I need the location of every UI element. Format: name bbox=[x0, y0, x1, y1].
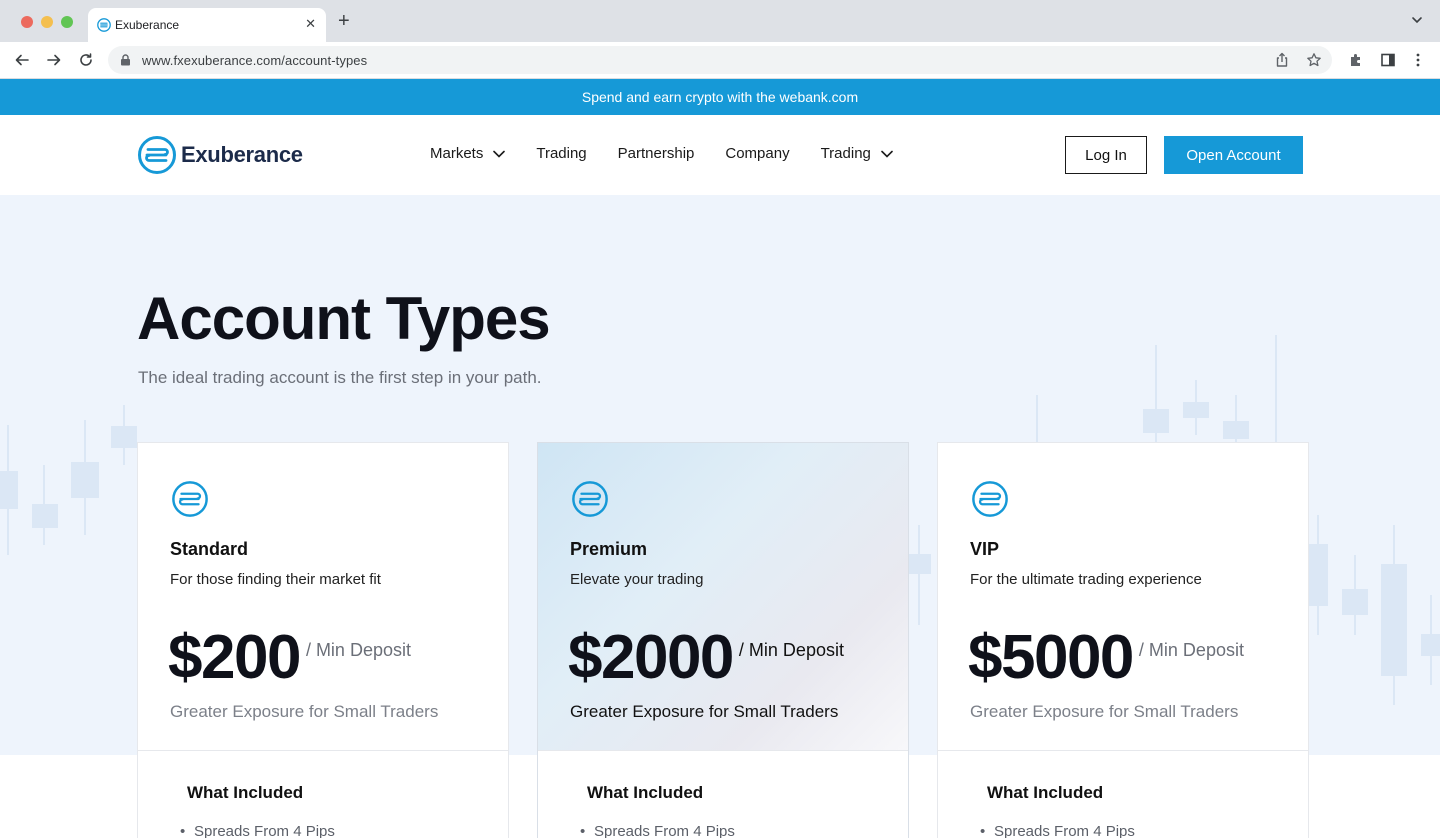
card-description: Greater Exposure for Small Traders bbox=[970, 702, 1239, 721]
nav-markets[interactable]: Markets bbox=[430, 145, 506, 162]
bookmark-star-icon[interactable] bbox=[1306, 52, 1322, 68]
card-name: Standard bbox=[170, 539, 249, 559]
card-name: VIP bbox=[970, 539, 1000, 559]
promo-banner[interactable]: Spend and earn crypto with the webank.co… bbox=[0, 79, 1440, 115]
reload-icon[interactable] bbox=[78, 52, 94, 68]
login-button[interactable]: Log In bbox=[1065, 136, 1147, 174]
price-row: $200 / Min Deposit bbox=[168, 623, 411, 693]
account-card-premium[interactable]: Premium Elevate your trading $2000 / Min… bbox=[537, 442, 909, 838]
included-item: Spreads From 4 Pips bbox=[580, 823, 735, 838]
included-title: What Included bbox=[587, 783, 704, 802]
card-description: Greater Exposure for Small Traders bbox=[570, 702, 839, 721]
card-tagline: For those finding their market fit bbox=[170, 571, 381, 588]
price-row: $5000 / Min Deposit bbox=[968, 623, 1244, 693]
open-account-button[interactable]: Open Account bbox=[1164, 136, 1303, 174]
included-title: What Included bbox=[187, 783, 304, 802]
card-name: Premium bbox=[570, 539, 648, 559]
card-description: Greater Exposure for Small Traders bbox=[170, 702, 439, 721]
account-card-standard[interactable]: Standard For those finding their market … bbox=[137, 442, 509, 838]
promo-text: Spend and earn crypto with the webank.co… bbox=[581, 89, 859, 105]
new-tab-icon[interactable]: + bbox=[338, 11, 350, 31]
nav-label: Partnership bbox=[617, 145, 695, 162]
browser-tab[interactable]: Exuberance ✕ bbox=[88, 8, 326, 42]
price-note: / Min Deposit bbox=[1138, 640, 1244, 660]
account-type-icon bbox=[972, 481, 1008, 517]
browser-menu-icon[interactable] bbox=[1410, 52, 1426, 68]
browser-toolbar: www.fxexuberance.com/account-types bbox=[0, 42, 1440, 79]
nav-label: Trading bbox=[820, 145, 871, 162]
logo-mark-icon bbox=[138, 136, 176, 174]
account-card-vip[interactable]: VIP For the ultimate trading experience … bbox=[937, 442, 1309, 838]
card-tagline: Elevate your trading bbox=[570, 571, 704, 588]
nav-company[interactable]: Company bbox=[725, 145, 789, 162]
tab-close-icon[interactable]: ✕ bbox=[305, 16, 316, 32]
chevron-down-icon bbox=[493, 150, 506, 158]
nav-partnership[interactable]: Partnership bbox=[618, 145, 695, 162]
included-item: Spreads From 4 Pips bbox=[980, 823, 1135, 838]
nav-trading-dropdown[interactable]: Trading bbox=[821, 145, 893, 162]
account-type-icon bbox=[172, 481, 208, 517]
included-title: What Included bbox=[987, 783, 1104, 802]
card-tagline: For the ultimate trading experience bbox=[970, 571, 1202, 588]
card-price: $2000 bbox=[568, 623, 734, 692]
tab-title: Exuberance bbox=[115, 18, 180, 32]
site-header: Exuberance Markets Trading Partnership C… bbox=[0, 115, 1440, 195]
price-note: / Min Deposit bbox=[738, 640, 844, 660]
forward-arrow-icon[interactable] bbox=[46, 52, 62, 68]
extensions-puzzle-icon[interactable] bbox=[1348, 52, 1364, 68]
window-minimize-button[interactable] bbox=[41, 16, 53, 28]
nav-trading[interactable]: Trading bbox=[536, 145, 586, 162]
logo-text: Exuberance bbox=[181, 142, 303, 167]
window-maximize-button[interactable] bbox=[61, 16, 73, 28]
site-logo[interactable]: Exuberance bbox=[137, 135, 303, 175]
side-panel-icon[interactable] bbox=[1380, 52, 1396, 68]
chevron-down-icon bbox=[881, 150, 893, 158]
price-note: / Min Deposit bbox=[305, 640, 411, 660]
address-bar[interactable]: www.fxexuberance.com/account-types bbox=[108, 46, 1332, 74]
included-item: Spreads From 4 Pips bbox=[180, 823, 335, 838]
favicon-icon bbox=[97, 18, 111, 32]
page-subtitle: The ideal trading account is the first s… bbox=[138, 368, 542, 387]
price-row: $2000 / Min Deposit bbox=[568, 623, 844, 693]
browser-tab-bar: Exuberance ✕ + bbox=[0, 0, 1440, 42]
back-arrow-icon[interactable] bbox=[14, 52, 30, 68]
card-price: $5000 bbox=[968, 623, 1134, 692]
nav-label: Trading bbox=[536, 145, 587, 162]
page-title: Account Types bbox=[137, 285, 551, 352]
share-icon[interactable] bbox=[1274, 52, 1290, 68]
account-type-icon bbox=[572, 481, 608, 517]
tab-search-chevron-icon[interactable] bbox=[1410, 13, 1424, 27]
lock-icon bbox=[121, 54, 130, 66]
card-price: $200 bbox=[168, 623, 301, 692]
nav-label: Company bbox=[725, 145, 790, 162]
url-text: www.fxexuberance.com/account-types bbox=[142, 53, 368, 68]
nav-label: Markets bbox=[430, 145, 484, 162]
window-close-button[interactable] bbox=[21, 16, 33, 28]
main-nav: Markets Trading Partnership Company Trad… bbox=[430, 145, 924, 162]
